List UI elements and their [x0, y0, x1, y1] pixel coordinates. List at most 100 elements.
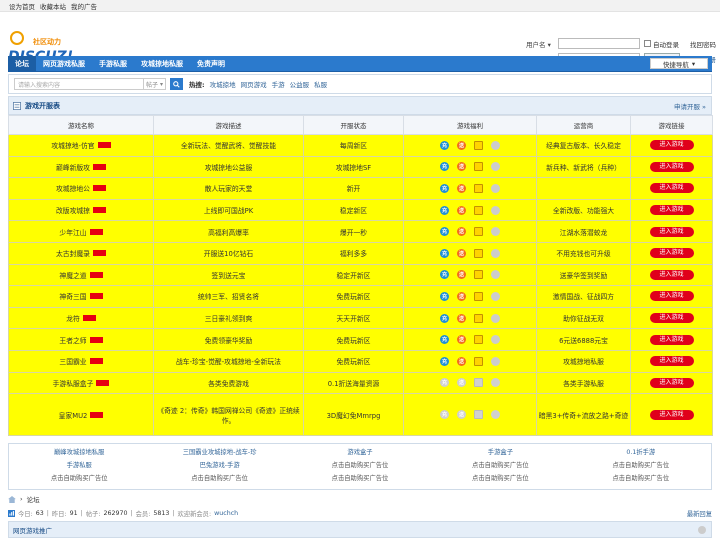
- hot-term[interactable]: 攻城掠地: [210, 79, 236, 89]
- game-name-link[interactable]: 神奇三国: [59, 291, 86, 301]
- game-name-link[interactable]: 少年江山: [59, 227, 86, 237]
- game-name-link[interactable]: 王者之师: [59, 335, 86, 345]
- table-header-row: 游戏名称 游戏描述 开服状态 游戏福利 运营商 游戏链接: [8, 115, 713, 135]
- search-input[interactable]: 请输入搜索内容: [14, 78, 144, 90]
- nav-item-forum[interactable]: 论坛: [8, 55, 36, 72]
- friend-link[interactable]: 点击自助购买广告位: [9, 472, 149, 485]
- enter-game-button[interactable]: 进入游戏: [649, 161, 694, 172]
- game-name-cell[interactable]: 巅峰新版攻: [8, 155, 154, 179]
- collapse-icon[interactable]: [698, 525, 706, 534]
- welfare-gm-icon: [491, 313, 500, 323]
- table-row: 少年江山 高福利高爆率 爆开一秒充送江湖水落潜蛟龙 进入游戏: [8, 220, 713, 243]
- game-name-link[interactable]: 皇家MU2: [59, 410, 88, 420]
- nav-item-webgame[interactable]: 网页游戏私服: [36, 56, 92, 72]
- enter-game-button[interactable]: 进入游戏: [649, 248, 694, 259]
- game-desc-cell: 全新玩法、觉醒武将、觉醒技能: [153, 134, 304, 157]
- game-name-link[interactable]: 攻城掠地-仿官: [51, 140, 94, 150]
- username-input[interactable]: [558, 38, 640, 49]
- hot-term[interactable]: 网页游戏: [241, 79, 267, 89]
- enter-game-button[interactable]: 进入游戏: [649, 334, 694, 345]
- game-name-cell[interactable]: 神魔之道: [8, 263, 154, 287]
- my-ad-link[interactable]: 我的广告: [71, 1, 97, 11]
- quick-nav-button[interactable]: 快捷导航 ▾: [650, 58, 708, 69]
- home-icon[interactable]: [8, 495, 16, 503]
- friend-link[interactable]: 游戏盒子: [290, 446, 430, 459]
- enter-game-button[interactable]: 进入游戏: [649, 356, 694, 367]
- logo-slogan: 社区动力: [32, 37, 61, 46]
- new-member-link[interactable]: wuchch: [214, 510, 238, 517]
- game-name-link[interactable]: 龙符: [66, 313, 80, 323]
- game-name-link[interactable]: 三国霸业: [59, 356, 86, 366]
- game-name-cell[interactable]: 神奇三国: [8, 285, 154, 308]
- breadcrumb-current[interactable]: 论坛: [27, 494, 40, 504]
- friend-link[interactable]: 点击自助购买广告位: [571, 472, 711, 485]
- game-name-cell[interactable]: 攻城掠地-仿官: [8, 134, 154, 157]
- bottom-section-title[interactable]: 网页游戏推广: [13, 525, 52, 535]
- autologin-checkbox[interactable]: [644, 40, 651, 47]
- friend-link[interactable]: 巅峰攻城掠地私服: [9, 446, 149, 459]
- game-link-cell: 进入游戏: [630, 371, 713, 395]
- game-name-cell[interactable]: 改版攻城掠: [8, 198, 154, 222]
- game-status-cell: 0.1折送海量资源: [303, 371, 404, 395]
- welfare-chong-icon: 充: [440, 248, 449, 258]
- set-home-link[interactable]: 设为首页: [9, 1, 35, 11]
- game-welfare-cell: 充送: [403, 393, 537, 437]
- breadcrumb-sep: ›: [20, 495, 23, 503]
- nav-item-siege[interactable]: 攻城掠地私服: [134, 56, 190, 72]
- top-bar: 设为首页 收藏本站 我的广告: [0, 0, 720, 12]
- forgot-password-link[interactable]: 找回密码: [690, 39, 716, 49]
- friend-link[interactable]: 手游私服: [9, 459, 149, 472]
- friend-link[interactable]: 手游盒子: [430, 446, 570, 459]
- game-operator-cell: 不用充钱也可升级: [536, 241, 631, 265]
- friend-link[interactable]: 点击自助购买广告位: [430, 472, 570, 485]
- game-name-cell[interactable]: 三国霸业: [8, 349, 154, 373]
- game-name-link[interactable]: 太古封魔录: [56, 248, 90, 258]
- game-name-link[interactable]: 改版攻城掠: [56, 205, 90, 215]
- enter-game-button[interactable]: 进入游戏: [649, 269, 694, 280]
- nav-item-mobile[interactable]: 手游私服: [92, 56, 134, 72]
- search-scope-select[interactable]: 帖子 ▾: [144, 78, 166, 90]
- enter-game-button[interactable]: 进入游戏: [649, 226, 694, 237]
- friend-link[interactable]: 点击自助购买广告位: [430, 459, 570, 472]
- friend-link[interactable]: 三国霸业攻城掠地-战车-珍: [149, 446, 289, 459]
- enter-game-button[interactable]: 进入游戏: [649, 205, 694, 216]
- enter-game-button[interactable]: 进入游戏: [649, 291, 694, 302]
- friend-link[interactable]: 0.1折手游: [571, 446, 711, 459]
- hot-term[interactable]: 公益服: [290, 79, 310, 89]
- game-name-cell[interactable]: 攻城掠地公: [8, 177, 154, 200]
- enter-game-button[interactable]: 进入游戏: [649, 313, 694, 324]
- hot-term[interactable]: 私服: [314, 79, 327, 89]
- friend-link[interactable]: 巴兔游戏-手游: [149, 459, 289, 472]
- friend-link[interactable]: 点击自助购买广告位: [149, 472, 289, 485]
- table-row: 改版攻城掠 上线即可国战PK 稳定新区充送全新改版、功能强大 进入游戏: [8, 198, 713, 222]
- game-name-cell[interactable]: 太古封魔录: [8, 241, 154, 265]
- friend-link[interactable]: 点击自助购买广告位: [290, 472, 430, 485]
- game-name-link[interactable]: 巅峰新版攻: [56, 162, 90, 172]
- game-name-link[interactable]: 神魔之道: [59, 270, 86, 280]
- game-name-cell[interactable]: 龙符: [8, 306, 154, 330]
- game-name-cell[interactable]: 王者之师: [8, 328, 154, 351]
- latest-replies-link[interactable]: 最新回复: [687, 509, 712, 518]
- game-name-link[interactable]: 手游私服盒子: [53, 378, 94, 388]
- apply-server-link[interactable]: 申请开服 »: [674, 101, 706, 111]
- search-button[interactable]: [170, 78, 183, 90]
- friend-link[interactable]: 点击自助购买广告位: [571, 459, 711, 472]
- game-name-cell[interactable]: 少年江山: [8, 220, 154, 243]
- enter-game-button[interactable]: 进入游戏: [649, 140, 694, 151]
- enter-game-button[interactable]: 进入游戏: [649, 183, 694, 194]
- game-name-cell[interactable]: 皇家MU2: [8, 393, 154, 437]
- bookmark-link[interactable]: 收藏本站: [40, 1, 66, 11]
- logo-ring-icon: [10, 31, 24, 45]
- enter-game-button[interactable]: 进入游戏: [649, 377, 694, 388]
- game-name-link[interactable]: 攻城掠地公: [56, 183, 90, 193]
- game-desc-cell: 各类免费游戏: [153, 371, 304, 395]
- welfare-gm-icon: [491, 291, 500, 301]
- welfare-chong-icon: 充: [440, 410, 449, 420]
- enter-game-button[interactable]: 进入游戏: [649, 409, 694, 420]
- hot-term[interactable]: 手游: [272, 79, 285, 89]
- welfare-gm-icon: [491, 162, 500, 172]
- username-label[interactable]: 用户名 ▾: [526, 39, 558, 49]
- nav-item-disclaimer[interactable]: 免责声明: [190, 56, 232, 72]
- game-name-cell[interactable]: 手游私服盒子: [8, 371, 154, 395]
- friend-link[interactable]: 点击自助购买广告位: [290, 459, 430, 472]
